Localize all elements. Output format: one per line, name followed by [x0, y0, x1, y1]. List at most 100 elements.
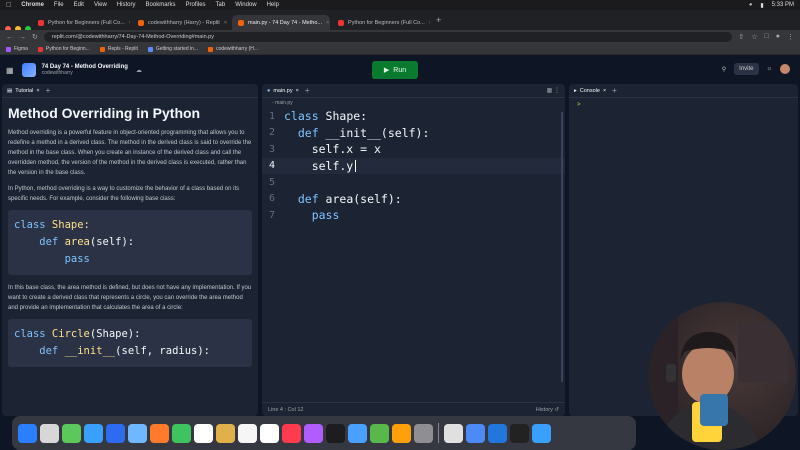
dock-app-icon[interactable] — [282, 423, 301, 443]
history-button[interactable]: History ↺ — [536, 407, 559, 413]
dock-app-icon[interactable] — [532, 423, 551, 443]
reload-icon[interactable]: ↻ — [32, 33, 38, 41]
bookmarks-bar: Figma Python for Beginn... Repls - Repli… — [0, 44, 800, 55]
dock-app-icon[interactable] — [348, 423, 367, 443]
close-tab-icon[interactable]: × — [129, 20, 130, 26]
mac-menubar:  Chrome File Edit View History Bookmark… — [0, 0, 800, 10]
dock-app-icon[interactable] — [62, 423, 81, 443]
menubar-app-name[interactable]: Chrome — [21, 2, 44, 8]
breadcrumb[interactable]: ◦ main.py — [262, 98, 565, 108]
code-token: def — [14, 236, 59, 248]
editor-options-icon[interactable]: ▦ ⋮ — [547, 87, 560, 94]
back-icon[interactable]: ← — [6, 34, 13, 41]
dock-app-icon[interactable] — [304, 423, 323, 443]
code-snippet: class Circle(Shape): def __init__(self, … — [8, 319, 252, 367]
dock-app-icon[interactable] — [370, 423, 389, 443]
tab-console[interactable]: ▸ Console × — [574, 88, 606, 94]
close-tab-icon[interactable]: × — [603, 88, 606, 94]
editor-scrollbar[interactable] — [561, 112, 563, 382]
code-line[interactable]: 7 pass — [262, 207, 565, 224]
dock-app-icon[interactable] — [488, 423, 507, 443]
more-menu-icon[interactable]: ⋮ — [787, 33, 794, 41]
dock-app-icon[interactable] — [106, 423, 125, 443]
browser-tab-label: main.py - 74 Day 74 - Metho... — [248, 19, 322, 26]
bookmark-python[interactable]: Python for Beginn... — [37, 46, 90, 52]
add-tab-button[interactable]: + — [46, 86, 51, 95]
dock-app-icon[interactable] — [466, 423, 485, 443]
bookmark-codewithharry[interactable]: codewithharry (H... — [208, 46, 258, 52]
menubar-item-history[interactable]: History — [117, 2, 136, 8]
dock-app-icon[interactable] — [128, 423, 147, 443]
bookmark-getting-started[interactable]: Getting started in... — [147, 46, 198, 52]
browser-tab-youtube-2[interactable]: Python for Beginners (Full Co... × — [332, 15, 430, 30]
dock-app-icon[interactable] — [18, 423, 37, 443]
tutorial-content[interactable]: Method Overriding in Python Method overr… — [2, 98, 258, 381]
browser-tab-youtube-1[interactable]: Python for Beginners (Full Co... × — [32, 15, 130, 30]
close-tab-icon[interactable]: × — [429, 20, 430, 26]
browser-tab-main-py[interactable]: main.py - 74 Day 74 - Metho... × — [232, 15, 330, 30]
code-token: __init__(self): — [318, 125, 430, 140]
bookmark-figma[interactable]: Figma — [6, 46, 28, 52]
forward-icon[interactable]: → — [19, 34, 26, 41]
run-button[interactable]: ▶ Run — [372, 61, 418, 79]
dock-app-icon[interactable] — [238, 423, 257, 443]
project-logo-icon[interactable] — [21, 63, 36, 77]
menubar-item-view[interactable]: View — [94, 2, 107, 8]
bookmark-star-icon[interactable]: ☆ — [751, 33, 757, 41]
dock-app-icon[interactable] — [150, 423, 169, 443]
console-prompt[interactable]: > — [569, 98, 798, 112]
dock-app-icon[interactable] — [392, 423, 411, 443]
menubar-item-edit[interactable]: Edit — [74, 2, 84, 8]
bookmark-repls[interactable]: Repls - Replit — [99, 46, 138, 52]
project-owner[interactable]: codewithharry — [42, 70, 128, 76]
code-line[interactable]: 2 def __init__(self): — [262, 125, 565, 142]
dock-app-icon[interactable] — [194, 423, 213, 443]
menubar-item-file[interactable]: File — [54, 2, 64, 8]
tab-tutorial[interactable]: ▤ Tutorial × — [7, 88, 40, 94]
address-bar[interactable]: replit.com/@codewithharry/74-Day-74-Meth… — [43, 32, 733, 42]
extensions-icon[interactable]: □ — [765, 33, 769, 41]
dock-app-icon[interactable] — [414, 423, 433, 443]
dock-app-icon[interactable] — [216, 423, 235, 443]
menubar-item-window[interactable]: Window — [235, 2, 256, 8]
menubar-item-tab[interactable]: Tab — [216, 2, 226, 8]
menubar-item-bookmarks[interactable]: Bookmarks — [146, 2, 176, 8]
wifi-icon[interactable]: ◕ — [749, 2, 753, 9]
sidebar-toggle-icon[interactable]: ▦ — [6, 66, 14, 75]
dock-app-icon[interactable] — [510, 423, 529, 443]
dock-app-icon[interactable] — [172, 423, 191, 443]
book-icon: ▤ — [7, 87, 13, 94]
close-tab-icon[interactable]: × — [296, 88, 299, 94]
code-line[interactable]: 1 class Shape: — [262, 108, 565, 125]
close-tab-icon[interactable]: × — [326, 20, 329, 26]
dock-app-icon[interactable] — [84, 423, 103, 443]
tab-main-py[interactable]: ● main.py × — [267, 88, 299, 94]
search-icon[interactable]: ⚲ — [722, 66, 726, 73]
code-line[interactable]: 5 — [262, 174, 565, 191]
code-line[interactable]: 6 def area(self): — [262, 191, 565, 208]
share-icon[interactable]: ⇧ — [738, 33, 744, 41]
invite-button[interactable]: Invite — [734, 63, 759, 75]
code-line-active[interactable]: 4 self.y — [262, 157, 565, 174]
menubar-item-help[interactable]: Help — [267, 2, 279, 8]
code-editor[interactable]: 1 class Shape: 2 def __init__(self): 3 se… — [262, 108, 565, 224]
close-tab-icon[interactable]: × — [36, 88, 39, 94]
add-tab-button[interactable]: + — [612, 86, 617, 95]
apple-icon[interactable]:  — [6, 2, 11, 9]
new-tab-button[interactable]: + — [432, 15, 445, 25]
code-line[interactable]: 3 self.x = x — [262, 141, 565, 158]
battery-icon[interactable]: ▮ — [760, 2, 763, 9]
browser-tab-replit-profile[interactable]: codewithharry (Harry) - Replit × — [132, 15, 230, 30]
profile-icon[interactable]: ● — [776, 33, 780, 41]
close-tab-icon[interactable]: × — [224, 20, 227, 26]
menubar-item-profiles[interactable]: Profiles — [186, 2, 206, 8]
add-tab-button[interactable]: + — [305, 86, 310, 95]
dock-app-icon[interactable] — [326, 423, 345, 443]
dock-app-icon[interactable] — [40, 423, 59, 443]
notifications-icon[interactable]: ☼ — [767, 66, 773, 72]
user-avatar[interactable] — [780, 64, 790, 74]
dock-app-icon[interactable] — [260, 423, 279, 443]
menubar-clock[interactable]: 5:33 PM — [772, 2, 794, 9]
dock-app-icon[interactable] — [444, 423, 463, 443]
tutorial-paragraph: In this base class, the area method is d… — [8, 285, 252, 311]
